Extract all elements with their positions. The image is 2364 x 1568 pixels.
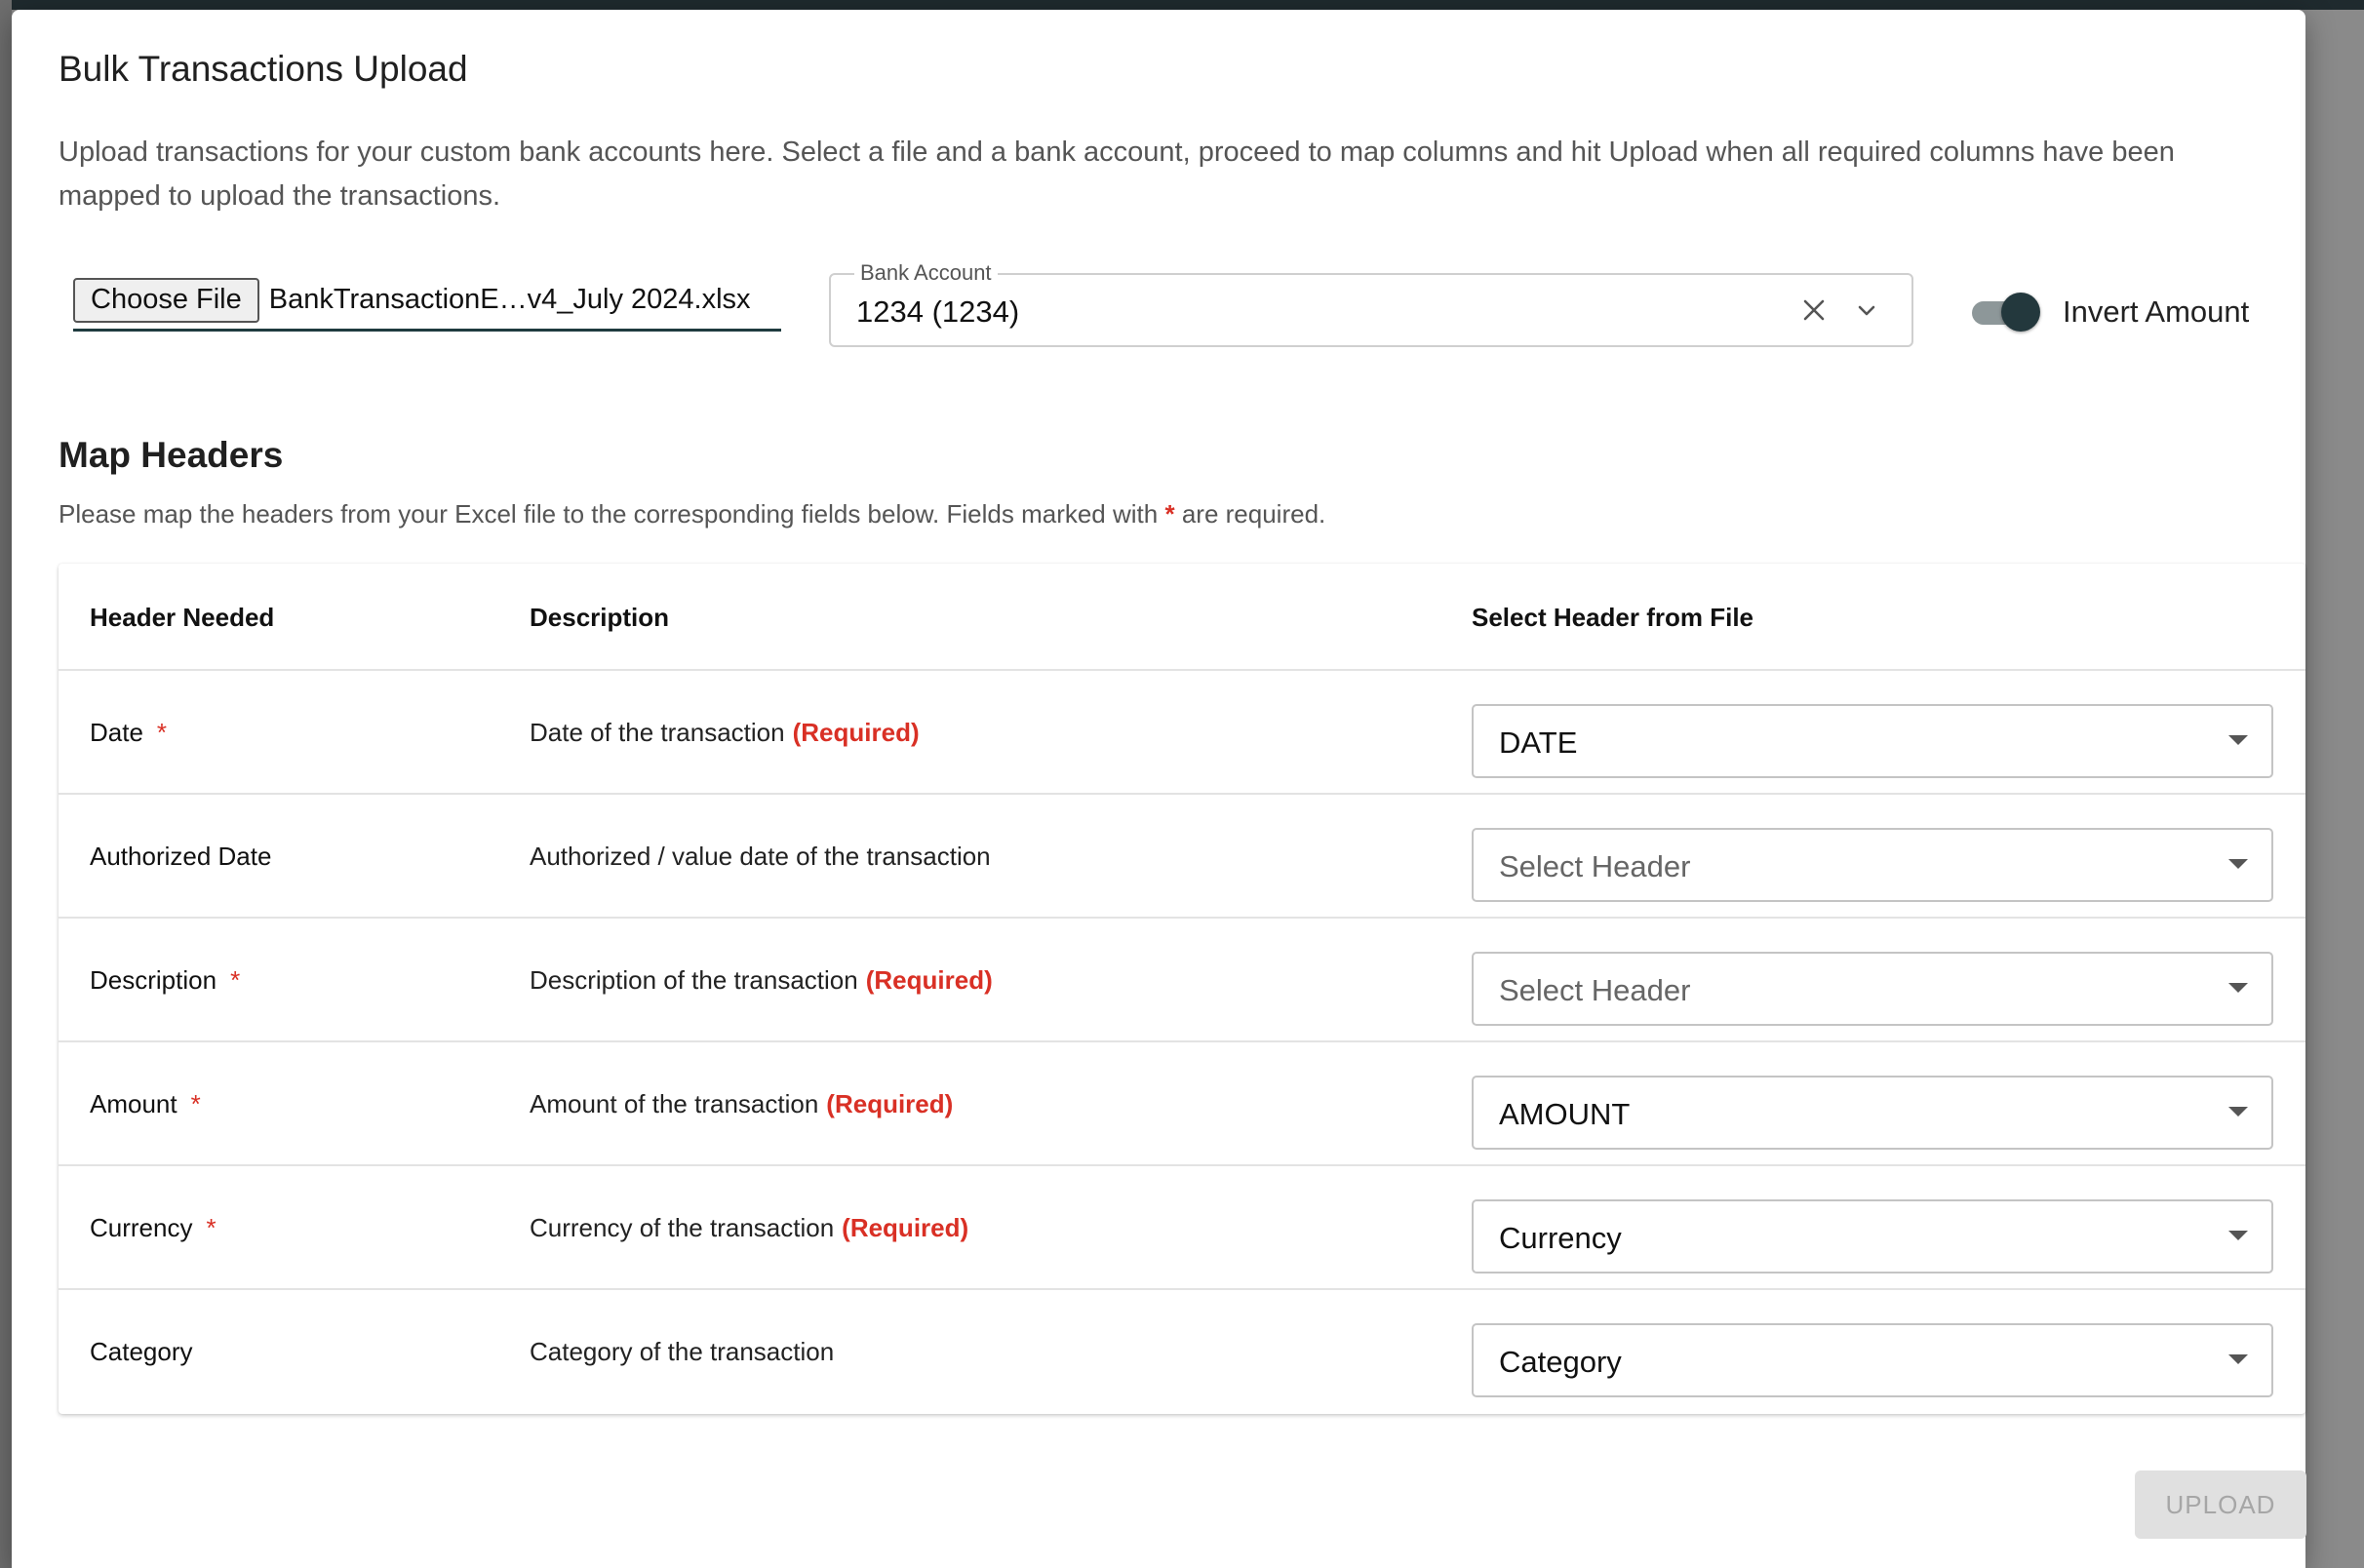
invert-amount-toggle[interactable]: [1972, 293, 2042, 332]
table-header: Header Needed Description Select Header …: [59, 564, 2305, 671]
description-cell: Category of the transaction: [530, 1337, 834, 1367]
upload-button[interactable]: UPLOAD: [2135, 1470, 2306, 1539]
map-headers-help: Please map the headers from your Excel f…: [59, 499, 1325, 529]
header-needed-cell: Date *: [90, 718, 167, 748]
required-label: (Required): [842, 1213, 969, 1242]
help-text-end: are required.: [1181, 499, 1326, 529]
table-row: Authorized Date Authorized / value date o…: [59, 795, 2305, 919]
header-name: Amount: [90, 1089, 177, 1118]
select-value: DATE: [1499, 725, 1578, 760]
file-input[interactable]: Choose File BankTransactionE…v4_July 202…: [73, 271, 781, 332]
header-select[interactable]: Select Header: [1472, 828, 2273, 902]
caret-down-icon: [2228, 983, 2248, 993]
header-needed-cell: Authorized Date: [90, 842, 271, 872]
chevron-down-icon[interactable]: [1849, 293, 1884, 328]
required-star: *: [190, 1089, 201, 1118]
help-text-start: Please map the headers from your Excel f…: [59, 499, 1159, 529]
header-needed-cell: Category: [90, 1337, 193, 1367]
column-select-header: Select Header from File: [1472, 603, 1753, 632]
choose-file-button[interactable]: Choose File: [73, 277, 259, 323]
column-header-needed: Header Needed: [90, 603, 275, 632]
caret-down-icon: [2228, 735, 2248, 745]
header-name: Authorized Date: [90, 842, 272, 871]
caret-down-icon: [2228, 859, 2248, 869]
invert-amount-label[interactable]: Invert Amount: [2063, 294, 2249, 330]
header-select[interactable]: Select Header: [1472, 952, 2273, 1026]
table-row: Date * Date of the transaction (Required) DA…: [59, 671, 2305, 795]
bank-account-value: 1234 (1234): [856, 294, 1020, 329]
select-value: AMOUNT: [1499, 1097, 1631, 1131]
description-text: Category of the transaction: [530, 1337, 835, 1366]
header-needed-cell: Description *: [90, 965, 240, 996]
caret-down-icon: [2228, 1107, 2248, 1117]
required-label: (Required): [865, 965, 993, 995]
description-text: Description of the transaction: [530, 965, 858, 995]
description-cell: Amount of the transaction (Required): [530, 1089, 953, 1119]
description-cell: Description of the transaction (Required): [530, 965, 993, 996]
dialog-intro: Upload transactions for your custom bank…: [59, 137, 2175, 212]
table-row: Amount * Amount of the transaction (Require…: [59, 1042, 2305, 1166]
caret-down-icon: [2228, 1231, 2248, 1240]
table-row: Category Category of the transaction Categ…: [59, 1290, 2305, 1414]
description-text: Date of the transaction: [530, 718, 785, 747]
header-name: Date: [90, 718, 143, 747]
map-headers-title: Map Headers: [59, 435, 284, 475]
column-description: Description: [530, 603, 670, 632]
description-text: Amount of the transaction: [530, 1089, 819, 1118]
description-cell: Date of the transaction (Required): [530, 718, 920, 748]
description-text: Currency of the transaction: [530, 1213, 835, 1242]
description-text: Authorized / value date of the transacti…: [530, 842, 991, 871]
app-topbar-peek: [0, 0, 2364, 10]
required-label: (Required): [792, 718, 920, 747]
required-star: *: [1164, 499, 1175, 529]
selected-file-name: BankTransactionE…v4_July 2024.xlsx: [268, 284, 751, 315]
close-icon[interactable]: [1796, 293, 1832, 328]
caret-down-icon: [2228, 1354, 2248, 1364]
header-name: Category: [90, 1337, 193, 1366]
description-cell: Authorized / value date of the transacti…: [530, 842, 991, 872]
header-mapping-table: Header Needed Description Select Header …: [59, 564, 2305, 1414]
bulk-upload-dialog: Bulk Transactions Upload Upload transact…: [12, 10, 2306, 1568]
bank-account-select[interactable]: Bank Account 1234 (1234): [829, 260, 1913, 347]
table-row: Currency * Currency of the transaction (Req…: [59, 1166, 2305, 1290]
description-cell: Currency of the transaction (Required): [530, 1213, 968, 1243]
toggle-thumb: [2001, 293, 2040, 332]
select-value: Currency: [1499, 1221, 1622, 1255]
select-value: Category: [1499, 1345, 1622, 1379]
required-star: *: [230, 965, 241, 995]
header-needed-cell: Amount *: [90, 1089, 201, 1119]
header-name: Currency: [90, 1213, 193, 1242]
header-select[interactable]: Currency: [1472, 1199, 2273, 1274]
header-name: Description: [90, 965, 217, 995]
header-select[interactable]: DATE: [1472, 704, 2273, 778]
select-value: Select Header: [1499, 849, 1691, 883]
select-value: Select Header: [1499, 973, 1691, 1007]
bank-account-label: Bank Account: [854, 260, 998, 286]
dialog-title: Bulk Transactions Upload: [59, 49, 468, 89]
header-needed-cell: Currency *: [90, 1213, 217, 1243]
header-select[interactable]: Category: [1472, 1323, 2273, 1397]
table-row: Description * Description of the transacti…: [59, 919, 2305, 1042]
required-star: *: [156, 718, 168, 747]
required-label: (Required): [826, 1089, 954, 1118]
header-select[interactable]: AMOUNT: [1472, 1076, 2273, 1150]
app-sidebar-peek: [0, 0, 12, 1568]
required-star: *: [206, 1213, 217, 1242]
